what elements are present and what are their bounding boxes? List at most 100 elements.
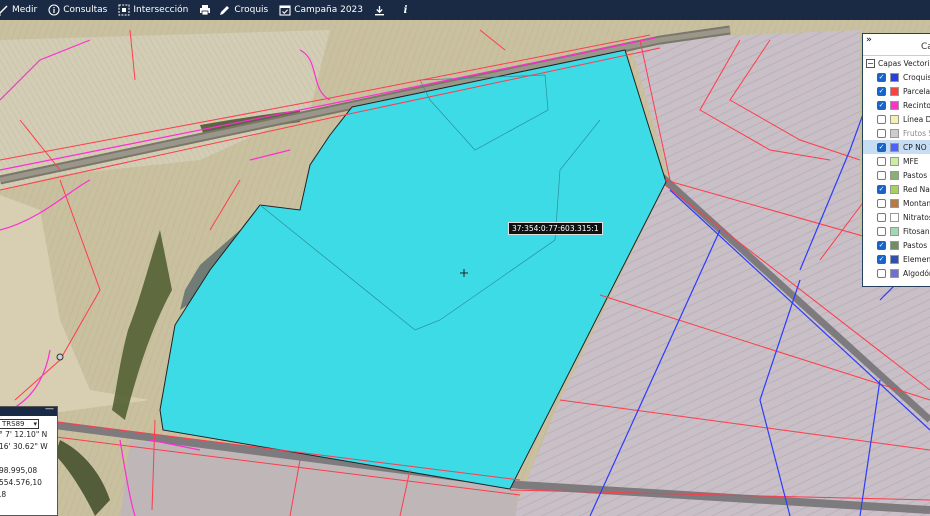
layer-row[interactable]: Recinto — [863, 98, 930, 112]
layer-swatch-icon — [890, 268, 899, 278]
layer-checkbox[interactable] — [877, 72, 886, 82]
layer-label: Parcela — [903, 86, 930, 96]
layer-checkbox[interactable] — [877, 198, 886, 208]
layer-panel: » Ca − Capas Vectoria Croquis Parcela Reci… — [862, 33, 930, 287]
map-canvas[interactable]: 37:354:0:77:603.315:1 — [0, 20, 930, 516]
ruler-icon — [0, 4, 9, 17]
info-italic-icon: i — [403, 4, 408, 16]
layer-row[interactable]: Fitosani — [863, 224, 930, 238]
layer-checkbox[interactable] — [877, 170, 886, 180]
pencil-icon — [218, 4, 231, 17]
print-button[interactable] — [198, 0, 218, 20]
layer-checkbox[interactable] — [877, 114, 886, 124]
collapse-group-icon[interactable]: − — [866, 58, 875, 68]
layer-label: Algodón — [903, 268, 930, 278]
layer-row[interactable]: Pastos E — [863, 238, 930, 252]
layer-swatch-icon — [890, 212, 899, 222]
measure-button[interactable]: Medir — [0, 0, 41, 20]
sketch-label: Croquis — [234, 5, 269, 15]
layer-swatch-icon — [890, 156, 899, 166]
y-value: 554.576,10 — [0, 478, 42, 487]
layer-label: MFE — [903, 156, 919, 166]
minimize-icon[interactable]: — — [45, 404, 54, 414]
layer-label: Element — [903, 254, 930, 264]
layer-row[interactable]: Montan — [863, 196, 930, 210]
layer-swatch-icon — [890, 72, 899, 82]
layer-label: CP NO 1 — [903, 142, 930, 152]
print-icon — [198, 4, 211, 17]
layer-checkbox[interactable] — [877, 86, 886, 96]
layer-row[interactable]: Element — [863, 252, 930, 266]
layer-checkbox[interactable] — [877, 240, 886, 250]
layer-label: Montan — [903, 198, 930, 208]
layer-group-label: Capas Vectoria — [878, 58, 930, 68]
layer-checkbox[interactable] — [877, 268, 886, 278]
campaign-button[interactable]: Campaña 2023 — [278, 0, 367, 20]
about-button[interactable]: i — [399, 0, 419, 20]
layer-row[interactable]: Frutos S — [863, 126, 930, 140]
calendar-check-icon — [278, 4, 291, 17]
x-value: 98.995,08 — [0, 466, 38, 475]
layer-label: Nitratos — [903, 212, 930, 222]
layer-swatch-icon — [890, 100, 899, 110]
intersection-label: Intersección — [133, 5, 189, 15]
layer-checkbox[interactable] — [877, 142, 886, 152]
layer-row[interactable]: Croquis — [863, 70, 930, 84]
sketch-button[interactable]: Croquis — [218, 0, 272, 20]
layer-checkbox[interactable] — [877, 100, 886, 110]
layer-row[interactable]: Parcela — [863, 84, 930, 98]
download-icon — [373, 4, 386, 17]
scale-value: .8 — [0, 490, 7, 499]
layer-swatch-icon — [890, 240, 899, 250]
layer-label: Croquis — [903, 72, 930, 82]
coordinates-panel: — TRS89 ° 7' 12.10" N 16' 30.62" W 98.99… — [0, 404, 58, 516]
layer-checkbox[interactable] — [877, 212, 886, 222]
layer-checkbox[interactable] — [877, 226, 886, 236]
measure-label: Medir — [12, 5, 38, 15]
queries-button[interactable]: Consultas — [47, 0, 111, 20]
layer-swatch-icon — [890, 184, 899, 194]
campaign-label: Campaña 2023 — [294, 5, 363, 15]
map-imagery — [0, 20, 930, 516]
layer-swatch-icon — [890, 254, 899, 264]
layer-swatch-icon — [890, 114, 899, 124]
layer-row[interactable]: MFE — [863, 154, 930, 168]
layer-group-vector[interactable]: − Capas Vectoria — [863, 56, 930, 70]
layer-swatch-icon — [890, 198, 899, 208]
queries-label: Consultas — [63, 5, 108, 15]
layer-panel-title: Ca — [921, 42, 930, 52]
layer-row[interactable]: Pastos C — [863, 168, 930, 182]
layer-checkbox[interactable] — [877, 184, 886, 194]
layer-swatch-icon — [890, 86, 899, 96]
layer-swatch-icon — [890, 226, 899, 236]
layer-row[interactable]: Red Nat — [863, 182, 930, 196]
layer-label: Frutos S — [903, 128, 930, 138]
collapse-panel-icon[interactable]: » — [866, 35, 872, 45]
layer-row[interactable]: Algodón — [863, 266, 930, 280]
layer-label: Fitosani — [903, 226, 930, 236]
crs-select[interactable]: TRS89 — [0, 419, 39, 429]
layer-panel-header: » Ca — [863, 34, 930, 56]
coord-spacer — [0, 453, 57, 465]
layer-row[interactable]: Línea D — [863, 112, 930, 126]
layer-swatch-icon — [890, 128, 899, 138]
coordinate-tooltip: 37:354:0:77:603.315:1 — [508, 222, 603, 235]
intersection-icon — [117, 4, 130, 17]
layer-label: Recinto — [903, 100, 930, 110]
longitude-value: 16' 30.62" W — [0, 442, 48, 451]
layer-row[interactable]: Nitratos — [863, 210, 930, 224]
layer-row[interactable]: CP NO 1 — [863, 140, 930, 154]
layer-label: Pastos E — [903, 240, 930, 250]
intersection-button[interactable]: Intersección — [117, 0, 192, 20]
layer-checkbox[interactable] — [877, 254, 886, 264]
layer-label: Red Nat — [903, 184, 930, 194]
layer-swatch-icon — [890, 170, 899, 180]
download-button[interactable] — [373, 0, 393, 20]
layer-checkbox[interactable] — [877, 128, 886, 138]
layer-label: Línea D — [903, 114, 930, 124]
layer-swatch-icon — [890, 142, 899, 152]
top-toolbar: Medir Consultas Intersección Croquis Cam… — [0, 0, 930, 20]
layer-checkbox[interactable] — [877, 156, 886, 166]
coordinates-panel-header: — — [0, 404, 57, 416]
info-icon — [47, 4, 60, 17]
